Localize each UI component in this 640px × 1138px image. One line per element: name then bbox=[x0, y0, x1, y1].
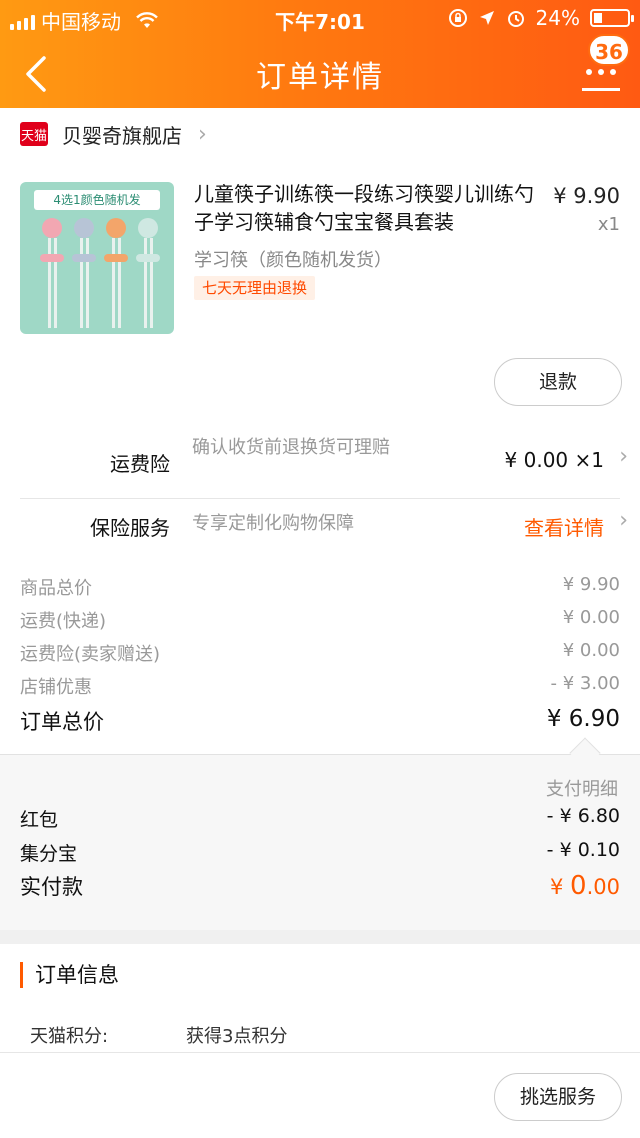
price-label: 运费险(卖家赠送) bbox=[20, 644, 161, 665]
order-total-label: 订单总价 bbox=[20, 710, 104, 734]
bottom-action-bar: 挑选服务 bbox=[0, 1052, 640, 1138]
price-label: 运费(快递) bbox=[20, 611, 107, 632]
actual-paid-currency: ¥ bbox=[550, 875, 571, 899]
divider bbox=[20, 498, 620, 499]
payment-row-actual: 实付款 ¥ 0.00 bbox=[20, 871, 620, 901]
payment-row-jifenbao: 集分宝 - ¥ 0.10 bbox=[20, 839, 620, 866]
battery-icon bbox=[590, 9, 634, 27]
app-header: 中国移动 下午7:01 24% 订单详情 36 bbox=[0, 0, 640, 108]
payment-details-title: 支付明细 bbox=[546, 779, 618, 800]
price-value: ¥ 0.00 bbox=[562, 607, 620, 628]
shipping-insurance-desc: 确认收货前退换货可理赔 bbox=[192, 437, 390, 458]
payment-label: 集分宝 bbox=[20, 843, 78, 865]
return-policy-tag: 七天无理由退换 bbox=[194, 276, 316, 300]
battery-percent: 24% bbox=[535, 6, 580, 30]
insurance-service-label: 保险服务 bbox=[90, 516, 170, 540]
chevron-right-icon: › bbox=[619, 444, 628, 469]
chevron-right-icon: › bbox=[198, 121, 207, 147]
order-info-row: 天猫积分: 获得3点积分 bbox=[30, 1022, 287, 1048]
page-title: 订单详情 bbox=[256, 60, 384, 95]
pick-service-button[interactable]: 挑选服务 bbox=[494, 1073, 622, 1121]
price-row-shipping-insurance: 运费险(卖家赠送) ¥ 0.00 bbox=[20, 640, 620, 666]
chopsticks-illustration bbox=[40, 218, 160, 328]
tmall-logo: 天猫 bbox=[20, 122, 48, 146]
info-key: 天猫积分: bbox=[30, 1026, 109, 1047]
shipping-insurance-value: ¥ 0.00 ×1 bbox=[504, 448, 604, 472]
product-image[interactable]: 4选1颜色随机发 bbox=[20, 182, 174, 334]
shop-row[interactable]: 天猫 贝婴奇旗舰店 › bbox=[0, 108, 640, 160]
order-total-value: ¥ 6.90 bbox=[546, 706, 620, 732]
alarm-icon bbox=[507, 11, 524, 27]
payment-value: - ¥ 0.10 bbox=[546, 839, 620, 861]
actual-paid-value: ¥ 0.00 bbox=[550, 871, 620, 901]
info-value: 获得3点积分 bbox=[186, 1026, 288, 1047]
payment-details-panel: 支付明细 红包 - ¥ 6.80 集分宝 - ¥ 0.10 实付款 ¥ 0.00 bbox=[0, 754, 640, 930]
shipping-insurance-label: 运费险 bbox=[110, 452, 170, 476]
price-value: ¥ 0.00 bbox=[562, 640, 620, 661]
more-menu-icon[interactable] bbox=[580, 62, 622, 96]
product-price: ¥ 9.90 bbox=[553, 184, 620, 208]
insurance-service-row[interactable]: 保险服务 专享定制化购物保障 查看详情 › bbox=[0, 508, 640, 544]
product-title: 儿童筷子训练筷一段练习筷婴儿训练勺子学习筷辅食勺宝宝餐具套装 bbox=[194, 182, 534, 234]
section-gap bbox=[0, 930, 640, 944]
price-value: ¥ 9.90 bbox=[562, 574, 620, 595]
order-info-title: 订单信息 bbox=[20, 962, 119, 988]
payment-label: 红包 bbox=[20, 809, 59, 831]
actual-paid-integer: 0 bbox=[570, 871, 587, 901]
price-label: 店铺优惠 bbox=[20, 677, 92, 698]
chevron-right-icon: › bbox=[619, 508, 628, 533]
order-total-row: 订单总价 ¥ 6.90 bbox=[20, 706, 620, 736]
price-row-shipping: 运费(快递) ¥ 0.00 bbox=[20, 607, 620, 633]
price-row-store-discount: 店铺优惠 - ¥ 3.00 bbox=[20, 673, 620, 699]
actual-paid-decimal: .00 bbox=[586, 875, 620, 899]
product-spec: 学习筷（颜色随机发货） bbox=[194, 250, 392, 271]
shipping-insurance-row[interactable]: 运费险 确认收货前退换货可理赔 ¥ 0.00 ×1 › bbox=[0, 432, 640, 492]
product-quantity: x1 bbox=[597, 214, 620, 235]
actual-paid-label: 实付款 bbox=[20, 875, 83, 899]
price-label: 商品总价 bbox=[20, 578, 92, 599]
payment-row-red-packet: 红包 - ¥ 6.80 bbox=[20, 805, 620, 832]
price-row-goods: 商品总价 ¥ 9.90 bbox=[20, 574, 620, 600]
insurance-service-desc: 专享定制化购物保障 bbox=[192, 513, 354, 534]
price-value: - ¥ 3.00 bbox=[550, 673, 620, 694]
location-icon bbox=[479, 11, 494, 25]
rotation-lock-icon bbox=[448, 9, 467, 27]
payment-value: - ¥ 6.80 bbox=[546, 805, 620, 827]
product-item[interactable]: 4选1颜色随机发 儿童筷子训练筷一段练习筷婴儿训练勺子学习筷辅食勺宝宝餐具套装 … bbox=[20, 180, 620, 340]
status-bar: 中国移动 下午7:01 24% bbox=[0, 4, 640, 34]
shop-name: 贝婴奇旗舰店 bbox=[62, 123, 182, 148]
view-details-link[interactable]: 查看详情 bbox=[524, 512, 604, 541]
refund-button[interactable]: 退款 bbox=[494, 358, 622, 406]
